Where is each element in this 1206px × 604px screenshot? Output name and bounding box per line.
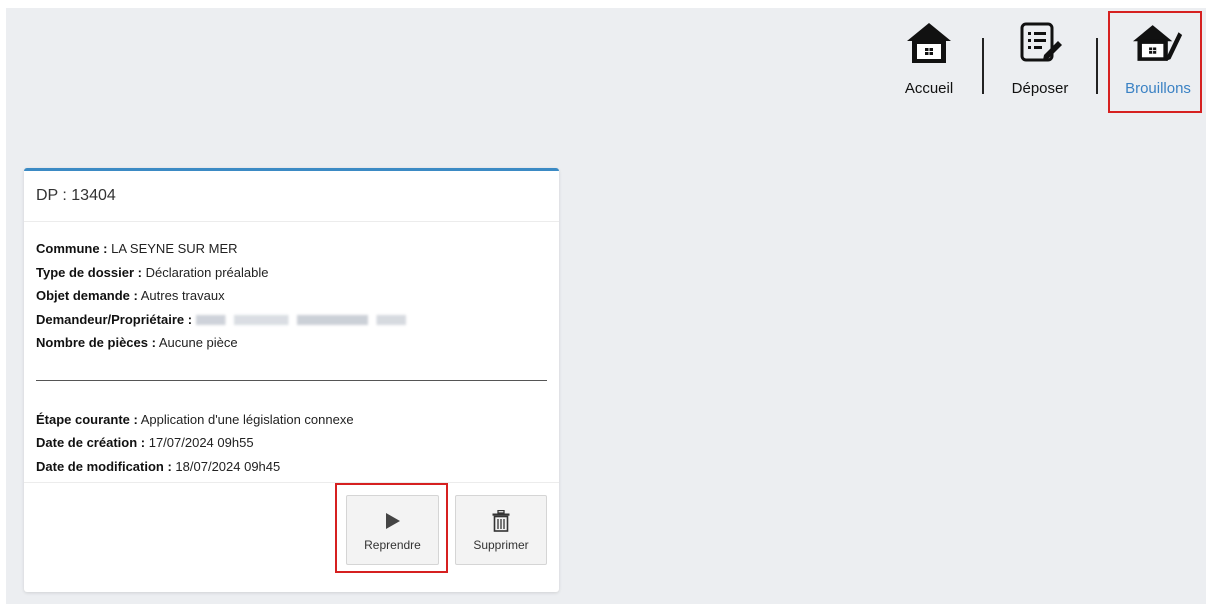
nav-label-accueil: Accueil — [904, 80, 954, 97]
field-label: Type de dossier : — [36, 264, 142, 280]
document-edit-icon — [1015, 18, 1065, 68]
supprimer-button-label: Supprimer — [473, 538, 529, 552]
field-label: Étape courante : — [36, 411, 138, 427]
play-icon — [385, 508, 401, 534]
field-date-modification: Date de modification : 18/07/2024 09h45 — [36, 455, 547, 479]
card-body: Commune : LA SEYNE SUR MER Type de dossi… — [24, 222, 559, 478]
field-commune: Commune : LA SEYNE SUR MER — [36, 237, 547, 261]
house-icon — [904, 18, 954, 68]
trash-icon — [492, 508, 510, 534]
nav-separator — [982, 38, 984, 94]
house-pen-icon — [1133, 18, 1183, 68]
field-value: Application d'une législation connexe — [140, 411, 354, 427]
field-label: Demandeur/Propriétaire : — [36, 311, 193, 327]
field-value: LA SEYNE SUR MER — [111, 241, 238, 256]
nav-item-brouillons[interactable]: Brouillons — [1110, 14, 1206, 104]
nav-separator — [1096, 38, 1098, 94]
field-label: Objet demande : — [36, 288, 138, 303]
field-nombre-pieces: Nombre de pièces : Aucune pièce — [36, 331, 547, 355]
field-etape-courante: Étape courante : Application d'une légis… — [36, 408, 547, 432]
field-objet-demande: Objet demande : Autres travaux — [36, 284, 547, 308]
field-demandeur: Demandeur/Propriétaire : — [36, 308, 547, 332]
field-type-dossier: Type de dossier : Déclaration préalable — [36, 261, 547, 285]
field-label: Date de création : — [36, 435, 146, 450]
card-title: DP : 13404 — [24, 171, 559, 222]
field-label: Nombre de pièces : — [36, 335, 156, 350]
nav-item-deposer[interactable]: Déposer — [1004, 14, 1076, 104]
divider — [36, 379, 547, 381]
supprimer-button[interactable]: Supprimer — [455, 495, 547, 565]
nav-label-brouillons: Brouillons — [1125, 80, 1191, 97]
draft-card: DP : 13404 Commune : LA SEYNE SUR MER Ty… — [24, 168, 559, 592]
nav-item-accueil[interactable]: Accueil — [898, 14, 960, 104]
reprendre-button[interactable]: Reprendre — [346, 495, 439, 565]
card-footer: Reprendre Supprimer — [24, 482, 559, 592]
redacted-value — [195, 315, 406, 326]
reprendre-button-label: Reprendre — [364, 538, 421, 552]
field-value: Déclaration préalable — [145, 264, 269, 280]
field-label: Commune : — [36, 241, 108, 256]
field-value: 18/07/2024 09h45 — [175, 458, 281, 474]
field-value: Aucune pièce — [158, 335, 238, 350]
nav-label-deposer: Déposer — [1011, 80, 1069, 97]
field-date-creation: Date de création : 17/07/2024 09h55 — [36, 431, 547, 455]
field-value: 17/07/2024 09h55 — [148, 435, 254, 450]
field-value: Autres travaux — [140, 288, 225, 303]
field-label: Date de modification : — [36, 458, 172, 474]
